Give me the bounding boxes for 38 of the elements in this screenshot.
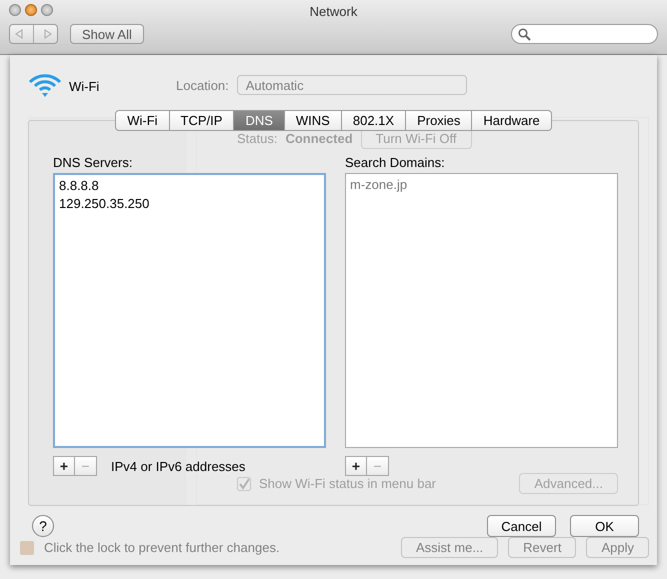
lock-text: Click the lock to prevent further changes. xyxy=(44,540,280,555)
address-list[interactable]: 8.8.8.8 129.250.35.250 xyxy=(53,173,326,448)
list-entry[interactable]: 8.8.8.8 xyxy=(59,177,320,195)
tab[interactable]: WINS xyxy=(284,110,342,131)
list-label: DNS Servers: xyxy=(53,155,134,170)
list-entry[interactable]: 129.250.35.250 xyxy=(59,195,320,213)
list-entry[interactable]: m-zone.jp xyxy=(350,176,613,194)
help-button[interactable]: ? xyxy=(32,515,54,537)
status-label: Status: xyxy=(237,131,278,146)
list-label: Search Domains: xyxy=(345,155,446,170)
tab[interactable]: Wi-Fi xyxy=(115,110,170,131)
search-field[interactable] xyxy=(511,24,658,44)
checkbox-label: Show Wi-Fi status in menu bar xyxy=(259,476,436,491)
tab[interactable]: Proxies xyxy=(406,110,472,131)
back-forward-control[interactable] xyxy=(9,24,58,44)
tab[interactable]: Hardware xyxy=(472,110,552,131)
show-all-button[interactable]: Show All xyxy=(70,24,144,44)
cancel-button[interactable]: Cancel xyxy=(487,515,556,537)
status-value: Connected xyxy=(285,131,353,146)
hint-text: IPv4 or IPv6 addresses xyxy=(111,458,246,474)
service-name: Wi-Fi xyxy=(69,78,100,94)
tab[interactable]: DNS xyxy=(234,110,285,131)
add-button[interactable]: + xyxy=(345,456,367,476)
window-title: Network xyxy=(310,4,358,18)
tab[interactable]: 802.1X xyxy=(342,110,406,131)
forward-arrow-icon[interactable] xyxy=(42,29,53,39)
checkbox[interactable] xyxy=(237,476,251,490)
zoom-icon[interactable] xyxy=(41,4,53,16)
search-icon xyxy=(518,28,531,40)
tab[interactable]: TCP/IP xyxy=(170,110,234,131)
location-label: Location: xyxy=(176,78,229,92)
add-button[interactable]: + xyxy=(53,456,75,476)
minimize-icon[interactable] xyxy=(25,4,37,16)
ok-button[interactable]: OK xyxy=(570,515,639,537)
back-arrow-icon[interactable] xyxy=(14,29,24,39)
address-list[interactable]: m-zone.jp xyxy=(345,173,618,448)
wifi-icon xyxy=(28,73,62,99)
close-icon[interactable] xyxy=(9,4,21,16)
